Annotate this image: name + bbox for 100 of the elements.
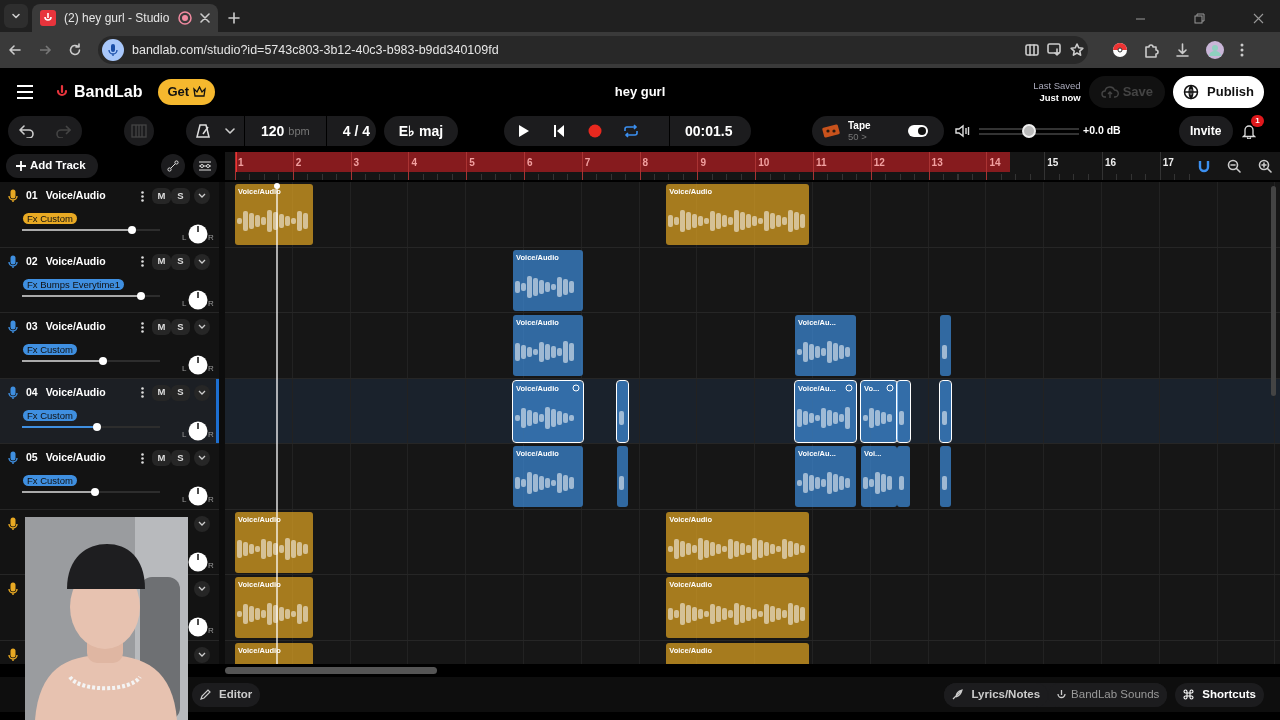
microphone-icon[interactable]	[102, 39, 124, 61]
track-name[interactable]: Voice/Audio	[45, 319, 106, 335]
track-name[interactable]: Voice/Audio	[45, 384, 106, 401]
close-icon[interactable]	[1253, 13, 1264, 24]
audio-clip[interactable]	[896, 380, 911, 442]
expand-button[interactable]	[194, 384, 210, 401]
automation-button[interactable]	[161, 154, 185, 178]
restore-icon[interactable]	[1194, 13, 1205, 24]
publish-button[interactable]: Publish	[1173, 75, 1264, 108]
back-icon[interactable]	[8, 43, 22, 57]
pan-knob[interactable]	[188, 420, 208, 441]
solo-button[interactable]: S	[171, 384, 190, 401]
close-icon[interactable]	[200, 13, 210, 23]
solo-button[interactable]: S	[171, 450, 190, 466]
volume-slider-thumb[interactable]	[99, 357, 108, 365]
star-icon[interactable]	[1070, 43, 1084, 57]
play-icon[interactable]	[518, 124, 530, 138]
browser-tab[interactable]: (2) hey gurl - Studio	[32, 4, 218, 32]
loop-icon[interactable]	[623, 124, 639, 138]
mute-button[interactable]: M	[152, 384, 171, 401]
track-header[interactable]: 04 Voice/Audio M S Fx Custom L R	[0, 378, 219, 444]
more-icon[interactable]	[141, 190, 144, 202]
audio-clip[interactable]	[896, 446, 911, 507]
tape-toggle[interactable]	[908, 125, 928, 137]
pan-knob[interactable]	[188, 289, 208, 310]
loop-region[interactable]	[235, 152, 1010, 172]
volume-slider-thumb[interactable]	[92, 422, 101, 431]
menu-icon[interactable]	[1240, 43, 1244, 57]
add-track-button[interactable]: Add Track	[6, 154, 98, 178]
zoom-out-icon[interactable]	[1227, 159, 1241, 173]
more-icon[interactable]	[141, 387, 144, 398]
expand-button[interactable]	[194, 581, 210, 597]
key-button[interactable]: E♭ maj	[384, 116, 458, 146]
ball-icon[interactable]	[1112, 42, 1128, 58]
volume-slider-thumb[interactable]	[91, 488, 100, 496]
menu-icon[interactable]	[16, 84, 34, 99]
horizontal-scrollbar[interactable]	[225, 667, 437, 674]
track-header[interactable]: 03 Voice/Audio M S Fx Custom L R	[0, 313, 219, 379]
tempo-field[interactable]: 120 bpm	[244, 116, 327, 146]
forward-icon[interactable]	[38, 43, 52, 57]
invite-button[interactable]: Invite	[1178, 116, 1233, 146]
tape-amount[interactable]: 50 >	[848, 131, 871, 142]
track-header[interactable]: 02 Voice/Audio M S Fx Bumps Everytime1 L R	[0, 247, 219, 313]
solo-button[interactable]: S	[171, 188, 190, 204]
audio-clip[interactable]	[940, 380, 952, 442]
pan-knob[interactable]	[188, 355, 208, 375]
pan-knob[interactable]	[188, 617, 208, 637]
solo-button[interactable]: S	[171, 253, 190, 270]
effects-tag[interactable]: Fx Custom	[23, 409, 77, 421]
audio-clip[interactable]	[940, 446, 952, 507]
audio-clip[interactable]	[617, 380, 628, 442]
shortcuts-button[interactable]: Shortcuts	[1175, 682, 1264, 707]
expand-button[interactable]	[194, 450, 210, 466]
track-name[interactable]: Voice/Audio	[45, 253, 106, 270]
mute-button[interactable]: M	[152, 450, 171, 466]
more-icon[interactable]	[141, 256, 144, 267]
pan-knob[interactable]	[188, 486, 208, 506]
get-button[interactable]: Get	[158, 78, 216, 105]
pan-knob[interactable]	[188, 224, 208, 244]
volume-slider-thumb[interactable]	[1022, 124, 1036, 138]
install-icon[interactable]	[1047, 43, 1062, 57]
pan-knob[interactable]	[188, 551, 208, 572]
volume-slider-thumb[interactable]	[136, 291, 145, 300]
editor-button[interactable]: Editor	[192, 682, 261, 707]
profile-avatar-icon[interactable]	[1206, 41, 1224, 59]
mute-button[interactable]: M	[152, 319, 171, 335]
vertical-scrollbar[interactable]	[1271, 186, 1276, 396]
expand-button[interactable]	[194, 319, 210, 335]
volume-slider-thumb[interactable]	[128, 226, 137, 234]
expand-button[interactable]	[194, 646, 210, 663]
expand-button[interactable]	[194, 515, 210, 532]
mute-button[interactable]: M	[152, 253, 171, 270]
tab-list-button[interactable]	[4, 4, 28, 28]
track-name[interactable]: Voice/Audio	[45, 188, 106, 204]
snap-magnet-icon[interactable]	[1198, 159, 1211, 173]
effects-tag[interactable]: Fx Custom	[23, 475, 77, 486]
skip-back-icon[interactable]	[553, 124, 565, 138]
reload-icon[interactable]	[68, 43, 82, 57]
effects-tag[interactable]: Fx Custom	[23, 213, 77, 224]
track-name[interactable]: Voice/Audio	[45, 450, 106, 466]
expand-button[interactable]	[194, 188, 210, 204]
speaker-icon[interactable]	[955, 124, 971, 138]
more-icon[interactable]	[141, 321, 144, 333]
expand-button[interactable]	[194, 253, 210, 270]
mute-button[interactable]: M	[152, 188, 171, 204]
effects-tag[interactable]: Fx Bumps Everytime1	[23, 278, 124, 290]
timeline-ruler[interactable]: 1 2 3 4 5 6 7 8 9 10 11 12 13 14 15 16 17	[225, 152, 1190, 180]
caret-icon[interactable]	[224, 126, 236, 136]
reading-mode-icon[interactable]	[1025, 43, 1039, 57]
audio-clip[interactable]	[617, 446, 628, 507]
zoom-in-icon[interactable]	[1257, 159, 1272, 173]
solo-button[interactable]: S	[171, 319, 190, 335]
notifications-icon[interactable]	[1241, 123, 1256, 139]
metronome-icon[interactable]	[195, 123, 211, 139]
track-header[interactable]: 01 Voice/Audio M S Fx Custom L R	[0, 182, 219, 248]
audio-clip[interactable]	[940, 315, 952, 376]
new-tab-icon[interactable]	[228, 12, 240, 24]
record-icon[interactable]	[588, 124, 602, 138]
track-options-button[interactable]	[193, 154, 217, 178]
effects-tag[interactable]: Fx Custom	[23, 344, 77, 355]
